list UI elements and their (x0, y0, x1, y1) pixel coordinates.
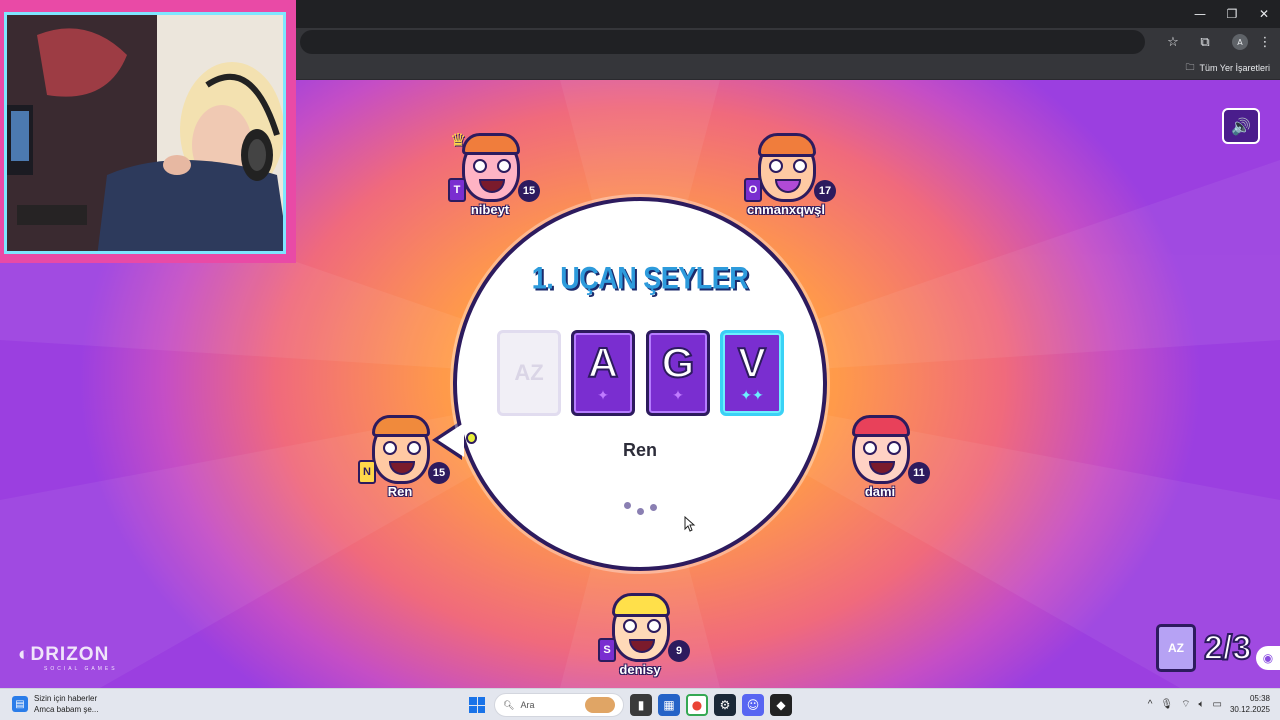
side-panel-icon[interactable]: ◉ (1256, 646, 1280, 670)
news-icon: ▤ (12, 696, 28, 712)
az-icon: AZ (514, 360, 544, 385)
round-counter: AZ 2/3 (1156, 624, 1252, 672)
taskbar-apps: 🔍︎ Ara ▮ ▦ ● ⚙ ☺ ◆ (466, 692, 792, 718)
player-name: Ren (387, 484, 413, 499)
folder-icon: 🗀 (1185, 62, 1195, 72)
window-controls: — ❐ ✕ (1184, 0, 1280, 28)
app-icon[interactable]: ◆ (770, 694, 792, 716)
speaker-icon: 🔊 (1231, 116, 1251, 136)
player-nibeyt: ♛ T 15 nibeyt (440, 130, 540, 236)
player-cnmanxqwsl: O 17 cnmanxqwşl (736, 133, 836, 236)
player-score: 11 (908, 462, 930, 484)
news-title: Sizin için haberler (34, 694, 98, 703)
clock-time: 05:38 (1249, 694, 1270, 703)
current-player-name: Ren (622, 440, 657, 460)
microphone-icon[interactable]: 🎙︎ (1160, 699, 1173, 710)
menu-icon[interactable]: ⋮ (1256, 33, 1274, 51)
network-icon[interactable]: ⌔ (1181, 698, 1190, 711)
player-dami: 11 dami (830, 415, 930, 518)
round-title: 1. UÇAN ŞEYLER (531, 260, 749, 296)
chrome-icon[interactable]: ● (686, 694, 708, 716)
minimize-button[interactable]: — (1184, 0, 1216, 28)
player-letter-card: T (448, 178, 466, 202)
player-name: denisy (619, 662, 661, 677)
sound-toggle-button[interactable]: 🔊 (1222, 108, 1260, 144)
windows-start-icon[interactable] (466, 694, 488, 716)
brand-logo-text: ◐DRIZON (18, 644, 110, 665)
player-score: 9 (668, 640, 690, 662)
player-avatar (852, 415, 910, 484)
taskbar: ▤ Sizin için haberler Amca babam şe... 🔍… (0, 688, 1280, 720)
sparkle-icon: ✦ (672, 388, 684, 404)
file-explorer-icon[interactable]: ▮ (630, 694, 652, 716)
discord-icon[interactable]: ☺ (742, 694, 764, 716)
clock-date: 30.12.2025 (1229, 705, 1270, 714)
player-name: nibeyt (470, 202, 510, 217)
chevron-up-icon[interactable]: ^ (1148, 699, 1153, 710)
search-placeholder: Ara (520, 700, 535, 710)
player-score: 17 (814, 180, 836, 202)
letter-card-v: V ✦✦ (720, 330, 784, 416)
news-widget[interactable]: ▤ Sizin için haberler Amca babam şe... (12, 693, 98, 715)
volume-icon[interactable]: 🔈︎ (1199, 699, 1205, 710)
battery-icon[interactable]: ▭ (1213, 699, 1222, 710)
webcam-overlay (0, 0, 296, 263)
brand-logo: ◐DRIZON SOCIAL GAMES (18, 644, 118, 672)
letter-card-a: A ✦ (571, 330, 635, 416)
sparkle-icon: ✦ (597, 388, 609, 404)
address-bar[interactable] (300, 30, 1145, 54)
player-denisy: S 9 denisy (590, 593, 690, 688)
store-icon[interactable]: ▦ (658, 694, 680, 716)
letter: V (737, 339, 767, 386)
player-letter-card: S (598, 638, 616, 662)
extensions-icon[interactable]: ⧉ (1196, 33, 1214, 51)
letter-card-empty: AZ (497, 330, 561, 416)
close-button[interactable]: ✕ (1248, 0, 1280, 28)
player-letter-card: N (358, 460, 376, 484)
player-name: cnmanxqwşl (746, 202, 826, 217)
profile-avatar[interactable]: A (1232, 34, 1248, 50)
search-icon: 🔍︎ (503, 699, 515, 710)
player-score: 15 (518, 180, 540, 202)
turn-indicator (466, 432, 477, 444)
player-avatar (758, 133, 816, 202)
clock[interactable]: 05:38 30.12.2025 (1230, 693, 1270, 715)
player-avatar (372, 415, 430, 484)
player-avatar (612, 593, 670, 662)
sparkle-icon: ✦✦ (740, 388, 764, 404)
taskbar-search[interactable]: 🔍︎ Ara (494, 693, 624, 717)
crown-icon: ♛ (450, 130, 467, 151)
star-icon[interactable]: ☆ (1164, 33, 1182, 51)
brand-subtitle: SOCIAL GAMES (44, 666, 118, 672)
az-card-icon: AZ (1156, 624, 1196, 672)
player-avatar (462, 133, 520, 202)
all-bookmarks-label: Tüm Yer İşaretleri (1199, 63, 1270, 73)
webcam-video (4, 12, 286, 254)
all-bookmarks-button[interactable]: 🗀 Tüm Yer İşaretleri (1185, 60, 1270, 76)
round-counter-text: 2/3 (1203, 628, 1252, 668)
loading-indicator (622, 500, 662, 516)
steam-icon[interactable]: ⚙ (714, 694, 736, 716)
system-tray: ^ 🎙︎ ⌔ 🔈︎ ▭ 05:38 30.12.2025 (1148, 693, 1270, 715)
player-name: dami (864, 484, 896, 499)
letter: A (587, 339, 619, 386)
letter-card-g: G ✦ (646, 330, 710, 416)
letter: G (661, 339, 696, 386)
search-highlight-image (585, 697, 615, 713)
player-ren: N 15 Ren (350, 415, 450, 518)
player-score: 15 (428, 462, 450, 484)
player-letter-card: O (744, 178, 762, 202)
news-subtitle: Amca babam şe... (34, 705, 99, 714)
restore-button[interactable]: ❐ (1216, 0, 1248, 28)
